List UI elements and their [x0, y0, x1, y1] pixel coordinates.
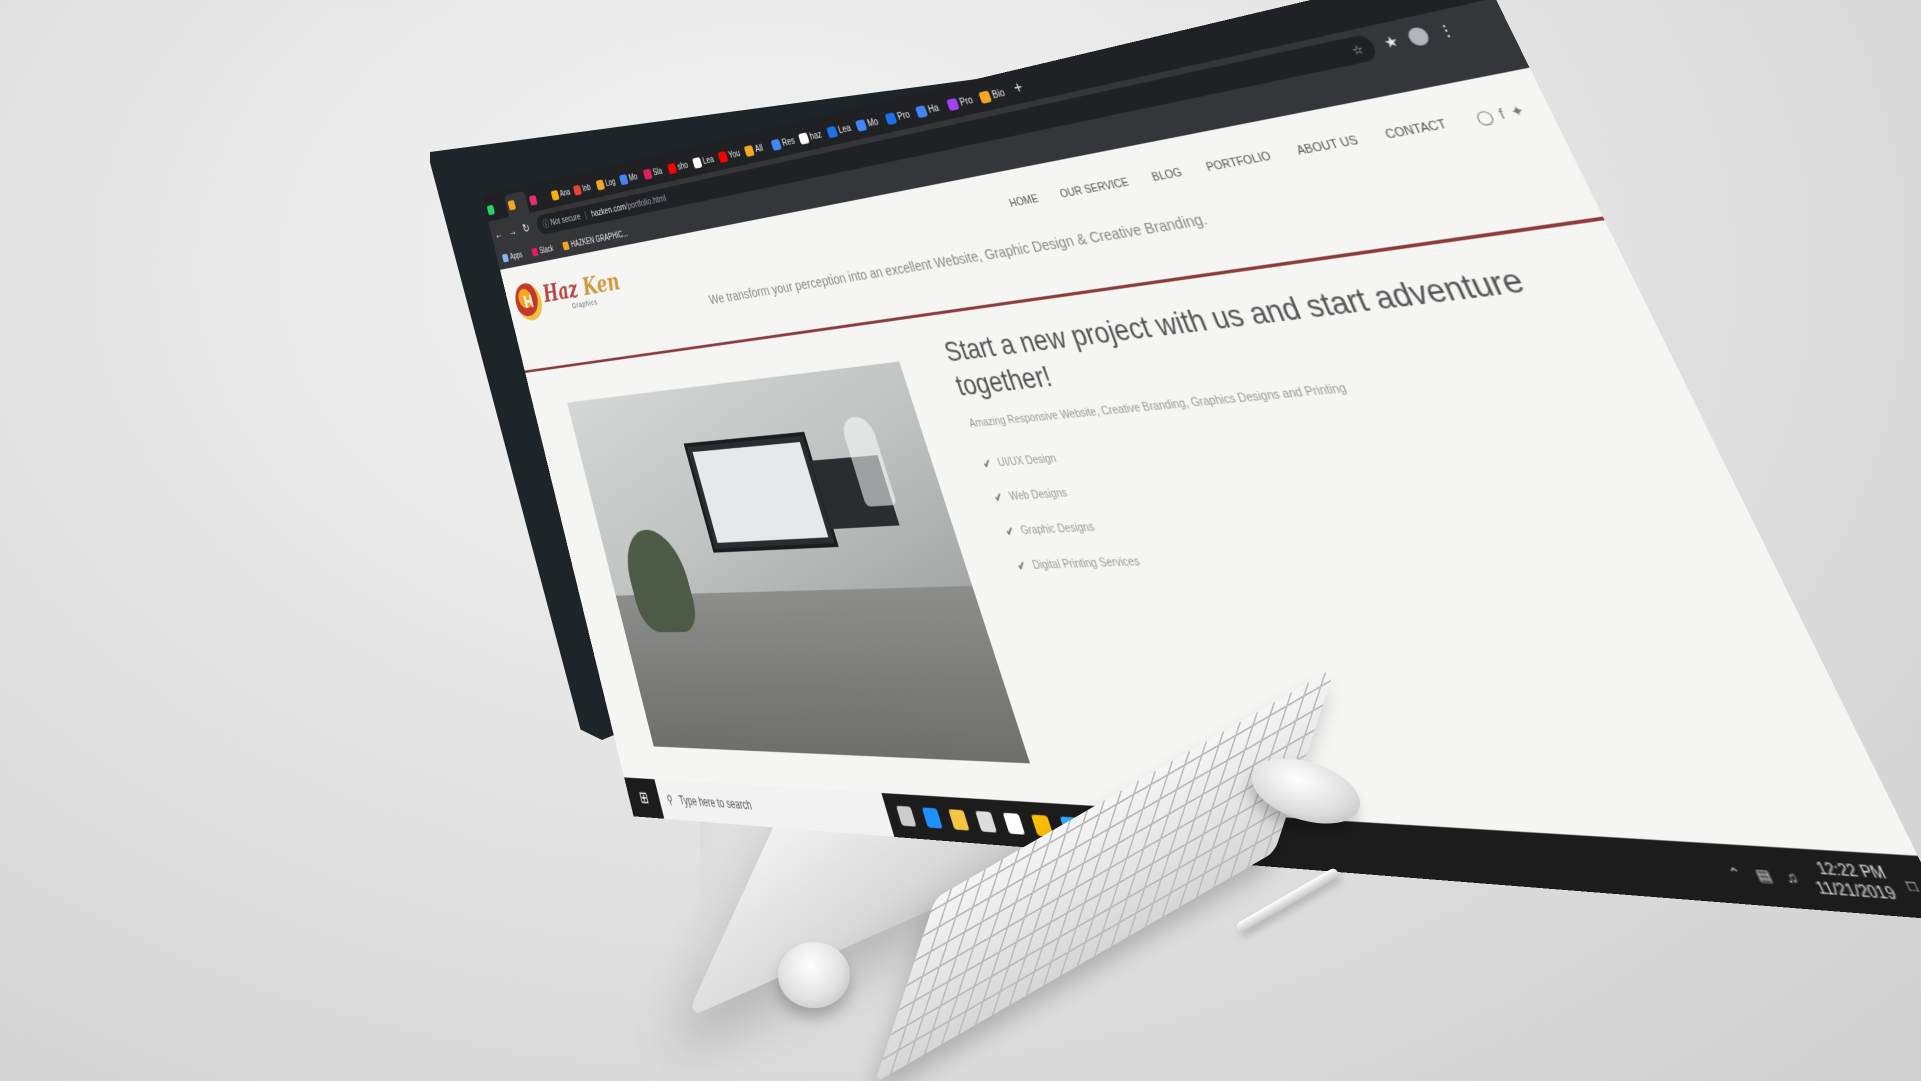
tab-label: Res	[780, 135, 797, 149]
tab-label: Ana	[558, 187, 572, 199]
tab-label: Lea	[701, 154, 716, 167]
social-links: ◯ f ✦	[1473, 102, 1528, 127]
tab-label: Mo	[627, 172, 639, 183]
hero-text: Start a new project with us and start ad…	[940, 253, 1721, 593]
gmail-icon	[572, 184, 583, 196]
globe-icon	[797, 132, 810, 145]
volume-icon[interactable]: ♫	[1782, 869, 1801, 887]
edge-icon[interactable]	[921, 807, 943, 829]
page-icon	[946, 97, 960, 112]
nav-contact[interactable]: CONTACT	[1383, 118, 1449, 142]
surface-dial	[778, 942, 850, 1008]
whatsapp-icon	[486, 204, 496, 216]
mail-icon[interactable]	[1002, 812, 1026, 835]
page-icon	[855, 119, 868, 132]
tab-label: Sla	[651, 166, 664, 178]
hazken-favicon	[595, 179, 606, 191]
list-item: ✔ Digital Printing Services	[1014, 555, 1142, 574]
system-tray: ⌃ ▤ ♫ 12:22 PM 11/21/2019 □	[1721, 854, 1921, 909]
twitter-icon[interactable]: ✦	[1507, 102, 1527, 120]
nav-about-us[interactable]: ABOUT US	[1295, 134, 1361, 158]
notification-icon[interactable]: □	[1903, 877, 1921, 895]
tab-label: Inb	[581, 182, 592, 194]
youtube-icon	[717, 151, 729, 163]
hazken-favicon	[562, 241, 570, 251]
site-logo[interactable]: H Haz Ken Graphics	[511, 266, 626, 323]
slack-icon	[531, 247, 539, 257]
network-icon[interactable]: ▤	[1753, 867, 1775, 885]
stylus-pen	[1235, 866, 1340, 934]
tab-label: Bio	[990, 87, 1007, 101]
page-icon	[884, 112, 898, 126]
instagram-icon	[528, 194, 538, 206]
check-icon: ✔	[1014, 558, 1029, 574]
file-explorer-icon[interactable]	[948, 809, 970, 831]
page-icon	[618, 174, 629, 186]
chevron-up-icon[interactable]: ⌃	[1726, 865, 1746, 883]
hazken-favicon	[507, 199, 517, 211]
tab-label: Pro	[958, 94, 975, 109]
hazken-favicon	[743, 144, 755, 158]
apps-grid-icon	[501, 253, 510, 263]
page-icon	[915, 105, 929, 119]
tab-label: Log	[604, 177, 617, 189]
check-icon: ✔	[991, 489, 1006, 506]
bookmark-item[interactable]: Slack	[531, 244, 554, 257]
tab-label: Ha	[926, 102, 941, 116]
nav-home[interactable]: HOME	[1008, 193, 1040, 210]
url-path: /portfolio.html	[624, 193, 668, 212]
services-list: ✔ UI/UX Design ✔ Web Designs ✔ Graphic Desi…	[981, 404, 1710, 574]
tab-label: sho	[676, 160, 690, 172]
bookmark-label: Apps	[509, 250, 524, 262]
bookmark-item[interactable]: Apps	[501, 250, 524, 263]
tab-label: Pro	[896, 109, 912, 123]
tab-label: Lea	[837, 122, 853, 136]
instagram-icon[interactable]: ◯	[1473, 108, 1497, 127]
bookmark-label: Slack	[538, 244, 555, 256]
nav-blog[interactable]: BLOG	[1150, 166, 1184, 184]
avatar[interactable]	[1404, 25, 1432, 48]
task-view-icon[interactable]	[896, 805, 917, 827]
analytics-icon	[550, 189, 560, 201]
hazken-favicon	[978, 90, 993, 104]
menu-kebab-icon[interactable]: ⋮	[1435, 20, 1458, 41]
tab-label: You	[727, 148, 742, 161]
hero-image	[567, 361, 1031, 764]
logo-name-ken: Ken	[579, 267, 623, 302]
store-icon[interactable]	[975, 810, 998, 833]
search-placeholder: Type here to search	[677, 793, 754, 813]
bookmark-star-icon[interactable]: ☆	[1349, 42, 1366, 58]
youtube-icon	[667, 162, 678, 175]
not-secure-label: Not secure	[549, 211, 582, 228]
logo-text: Haz Ken Graphics	[540, 267, 625, 315]
tab-label: Mo	[866, 116, 880, 129]
extension-icon[interactable]: ★	[1381, 32, 1402, 52]
facebook-icon[interactable]: f	[1496, 106, 1508, 123]
new-tab-button[interactable]: +	[1011, 79, 1027, 104]
check-icon: ✔	[1003, 523, 1017, 540]
url-host: hazken.com	[589, 201, 628, 220]
nav-our-service[interactable]: OUR SERVICE	[1058, 176, 1131, 200]
search-icon: ⚲	[665, 792, 675, 807]
tab-label: haz	[808, 129, 824, 142]
page-icon	[770, 138, 782, 151]
page-icon	[826, 125, 839, 139]
reload-icon[interactable]: ↻	[517, 220, 535, 237]
medium-icon	[692, 157, 703, 169]
nav-portfolio[interactable]: PORTFOLIO	[1204, 150, 1273, 174]
clock[interactable]: 12:22 PM 11/21/2019	[1803, 859, 1901, 905]
tab-label: All	[753, 143, 765, 155]
slack-icon	[642, 168, 653, 180]
check-icon: ✔	[980, 456, 994, 472]
